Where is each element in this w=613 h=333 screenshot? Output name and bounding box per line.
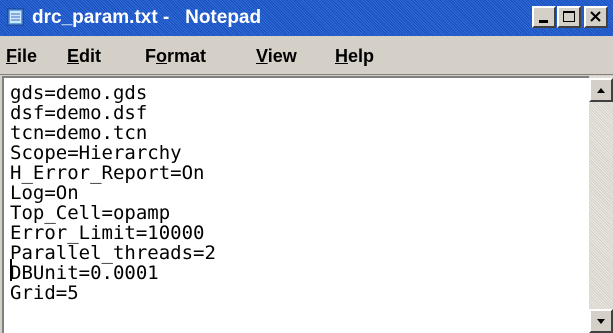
vertical-scrollbar[interactable] bbox=[589, 76, 613, 333]
scroll-up-button[interactable] bbox=[589, 78, 613, 102]
window-title: drc_param.txt - Notepad bbox=[32, 7, 262, 28]
menu-bar: File Edit Format View Help bbox=[0, 36, 613, 75]
menu-edit[interactable]: Edit bbox=[67, 44, 101, 68]
text-caret bbox=[10, 259, 12, 281]
text-line: Grid=5 bbox=[10, 282, 79, 304]
notepad-window: drc_param.txt - Notepad File Edit Format… bbox=[0, 0, 613, 333]
minimize-button[interactable] bbox=[532, 6, 556, 28]
menu-help[interactable]: Help bbox=[335, 44, 374, 68]
menu-view[interactable]: View bbox=[256, 44, 297, 68]
menu-format[interactable]: Format bbox=[145, 44, 206, 68]
maximize-button[interactable] bbox=[557, 6, 581, 28]
scroll-down-button[interactable] bbox=[589, 309, 613, 333]
close-button[interactable] bbox=[584, 6, 608, 28]
title-bar[interactable]: drc_param.txt - Notepad bbox=[0, 0, 613, 36]
menu-file[interactable]: File bbox=[6, 44, 37, 68]
text-editor[interactable]: gds=demo.gds dsf=demo.dsf tcn=demo.tcn S… bbox=[2, 76, 589, 333]
notepad-icon[interactable] bbox=[6, 7, 26, 27]
